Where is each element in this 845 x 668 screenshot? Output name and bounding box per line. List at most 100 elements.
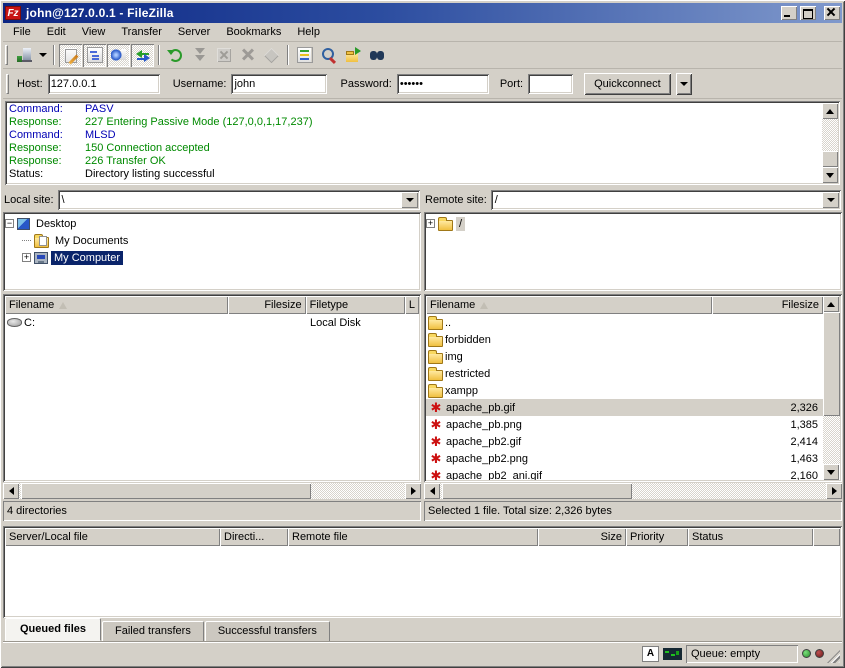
site-manager-dropdown-button[interactable] [36, 44, 49, 67]
column-header-filename[interactable]: Filename [426, 296, 712, 314]
local-site-combo[interactable]: \ [58, 190, 420, 210]
toggle-message-log-button[interactable] [59, 44, 82, 67]
scrollbar-thumb[interactable] [822, 151, 838, 167]
tree-item-my-computer[interactable]: + My Computer [5, 249, 419, 266]
tree-item-my-documents[interactable]: My Documents [5, 232, 419, 249]
column-header-direction[interactable]: Directi... [220, 528, 288, 546]
message-log: Command:PASV Response:227 Entering Passi… [5, 101, 840, 185]
resize-grip[interactable] [827, 650, 840, 663]
column-header-priority[interactable]: Priority [626, 528, 688, 546]
toggle-transfer-queue-button[interactable] [131, 44, 154, 67]
column-header-server-local-file[interactable]: Server/Local file [5, 528, 220, 546]
column-header-filetype[interactable]: Filetype [306, 296, 405, 314]
combo-dropdown-button[interactable] [401, 192, 418, 208]
remote-site-combo[interactable]: / [491, 190, 841, 210]
menu-help[interactable]: Help [289, 24, 328, 40]
transfer-type-icon[interactable]: A [642, 646, 659, 662]
tab-queued-files[interactable]: Queued files [5, 618, 101, 641]
toggle-local-tree-button[interactable] [83, 44, 106, 67]
scroll-left-icon[interactable] [424, 483, 440, 499]
password-input[interactable] [397, 74, 489, 94]
table-row[interactable]: restricted [426, 365, 823, 382]
scrollbar-thumb[interactable] [442, 483, 632, 499]
table-row[interactable]: C: Local Disk [5, 314, 419, 331]
process-queue-button[interactable] [188, 44, 211, 67]
table-row[interactable]: ✱apache_pb.png 1,385 [426, 416, 823, 433]
table-row[interactable]: img [426, 348, 823, 365]
local-horizontal-scrollbar[interactable] [3, 483, 421, 499]
scrollbar-thumb[interactable] [823, 312, 840, 416]
chevron-down-icon [39, 53, 47, 57]
column-header-size[interactable]: Size [538, 528, 626, 546]
username-input[interactable] [231, 74, 327, 94]
scrollbar-thumb[interactable] [21, 483, 311, 499]
column-header-filename[interactable]: Filename [5, 296, 228, 314]
column-header-status[interactable]: Status [688, 528, 813, 546]
scroll-right-icon[interactable] [826, 483, 842, 499]
table-row[interactable]: ✱apache_pb2.gif 2,414 [426, 433, 823, 450]
remote-horizontal-scrollbar[interactable] [424, 483, 842, 499]
cancel-operation-button[interactable] [212, 44, 235, 67]
directory-comparison-button[interactable] [317, 44, 340, 67]
local-site-value[interactable]: \ [58, 190, 399, 210]
host-input[interactable] [48, 74, 160, 94]
refresh-button[interactable] [164, 44, 187, 67]
disconnect-button[interactable] [236, 44, 259, 67]
menu-file[interactable]: File [5, 24, 39, 40]
scroll-left-icon[interactable] [3, 483, 19, 499]
tab-successful-transfers[interactable]: Successful transfers [205, 621, 330, 641]
menu-view[interactable]: View [74, 24, 114, 40]
quickconnect-dropdown-button[interactable] [676, 73, 692, 95]
scroll-down-icon[interactable] [822, 167, 838, 183]
table-row-selected[interactable]: ✱apache_pb.gif 2,326 [426, 399, 823, 416]
menu-server[interactable]: Server [170, 24, 218, 40]
maximize-button[interactable] [800, 6, 816, 20]
quickconnect-button[interactable]: Quickconnect [584, 73, 671, 95]
tree-item-desktop[interactable]: − Desktop [5, 215, 419, 232]
image-file-icon: ✱ [428, 435, 444, 448]
scroll-right-icon[interactable] [405, 483, 421, 499]
site-manager-button[interactable] [12, 44, 35, 67]
expand-icon[interactable]: + [426, 219, 435, 228]
table-row[interactable]: ✱apache_pb2_ani.gif 2,160 [426, 467, 823, 480]
table-row[interactable]: xampp [426, 382, 823, 399]
remote-tree-icon [111, 47, 127, 63]
remote-list-scrollbar[interactable] [823, 296, 840, 480]
port-input[interactable] [528, 74, 573, 94]
expand-icon[interactable]: + [22, 253, 31, 262]
local-pane: Local site: \ − Desktop My Documents [3, 189, 421, 521]
scroll-down-icon[interactable] [823, 464, 839, 480]
tree-connector [22, 240, 31, 241]
column-header-filesize[interactable]: Filesize [228, 296, 305, 314]
menu-bookmarks[interactable]: Bookmarks [218, 24, 289, 40]
menu-edit[interactable]: Edit [39, 24, 74, 40]
combo-dropdown-button[interactable] [822, 192, 839, 208]
toggle-remote-tree-button[interactable] [107, 44, 130, 67]
scroll-up-icon[interactable] [823, 296, 839, 312]
table-row[interactable]: forbidden [426, 331, 823, 348]
column-header-filesize[interactable]: Filesize [712, 296, 823, 314]
toolbar-grip[interactable] [5, 45, 8, 65]
log-line: Response:226 Transfer OK [9, 155, 820, 168]
remote-site-value[interactable]: / [491, 190, 820, 210]
quickbar-grip[interactable] [6, 74, 9, 94]
menu-transfer[interactable]: Transfer [113, 24, 170, 40]
abort-button[interactable] [260, 44, 283, 67]
collapse-icon[interactable]: − [5, 219, 14, 228]
column-header-lastmodified[interactable]: L [405, 296, 419, 314]
column-header-remote-file[interactable]: Remote file [288, 528, 538, 546]
synchronized-browsing-button[interactable] [341, 44, 364, 67]
browser-panes: Local site: \ − Desktop My Documents [3, 189, 842, 521]
close-button[interactable] [824, 6, 840, 20]
speed-limit-indicator-icon[interactable] [663, 648, 682, 660]
log-scrollbar[interactable] [822, 103, 838, 183]
find-files-button[interactable] [365, 44, 388, 67]
tab-failed-transfers[interactable]: Failed transfers [102, 621, 204, 641]
log-line: Response:150 Connection accepted [9, 142, 820, 155]
tree-item-root[interactable]: + / [426, 215, 840, 232]
table-row[interactable]: ✱apache_pb2.png 1,463 [426, 450, 823, 467]
table-row[interactable]: .. [426, 314, 823, 331]
scroll-up-icon[interactable] [822, 103, 838, 119]
filename-filters-button[interactable] [293, 44, 316, 67]
minimize-button[interactable] [781, 6, 797, 20]
